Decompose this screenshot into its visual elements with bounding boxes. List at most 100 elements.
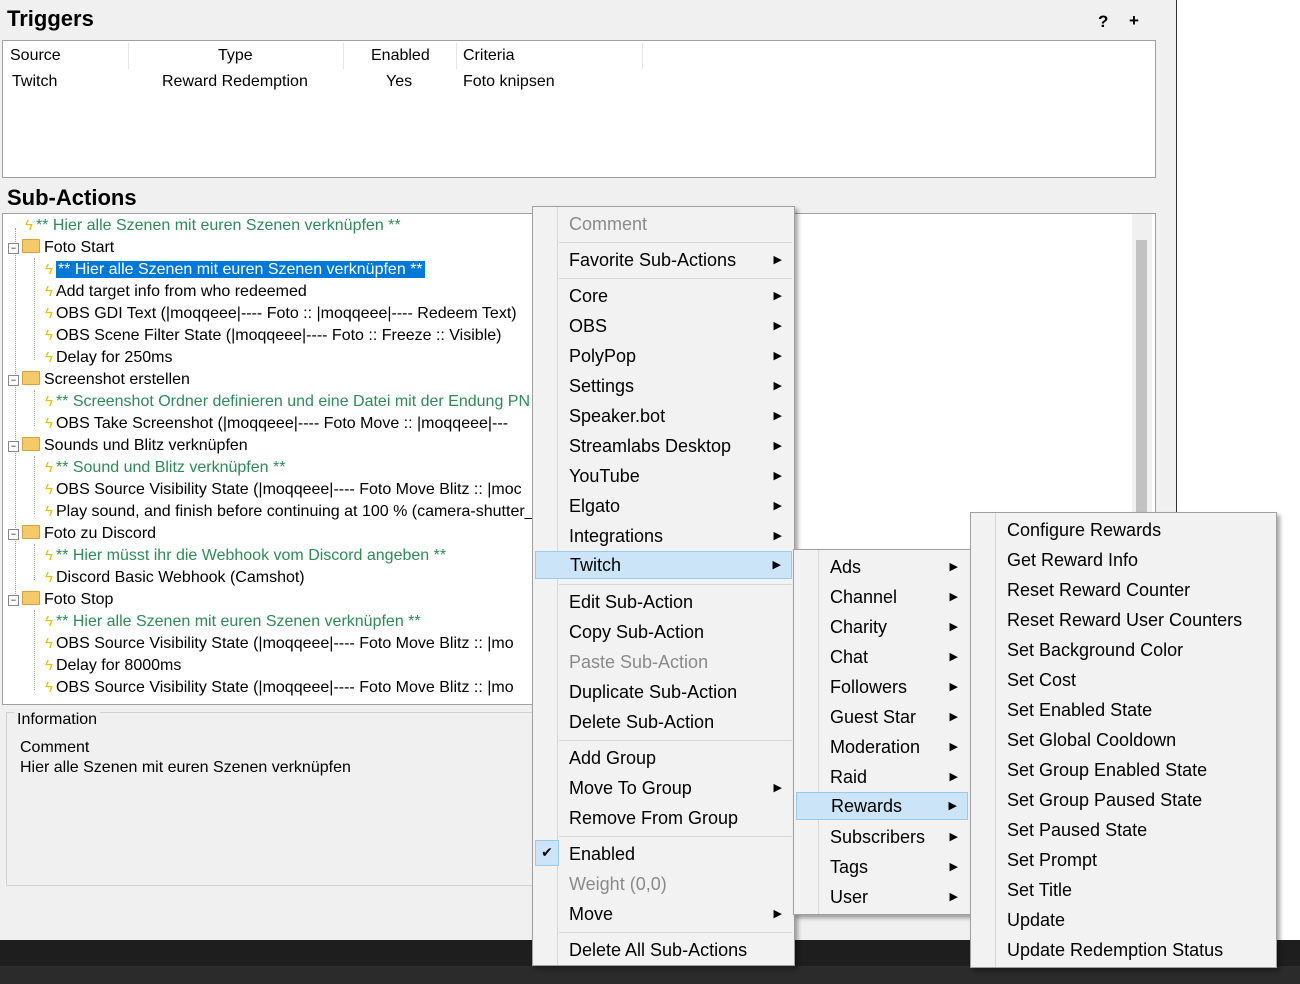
twitch-item-tags[interactable]: Tags ▶ xyxy=(796,853,968,881)
twitch-item-moderation[interactable]: Moderation ▶ xyxy=(796,733,968,761)
menu-item-integrations[interactable]: Integrations ▶ xyxy=(535,522,792,550)
menu-item-polypop[interactable]: PolyPop ▶ xyxy=(535,342,792,370)
twitch-item-rewards[interactable]: Rewards ▶ xyxy=(796,792,968,820)
tree-item[interactable]: ϟ Delay for 250ms xyxy=(45,347,172,369)
twitch-item-charity[interactable]: Charity ▶ xyxy=(796,613,968,641)
trigger-enabled[interactable]: Yes xyxy=(386,73,412,91)
collapse-icon[interactable]: − xyxy=(8,375,19,386)
column-header-type[interactable]: Type xyxy=(218,47,253,65)
twitch-item-subscribers[interactable]: Subscribers ▶ xyxy=(796,823,968,851)
rewards-item-reset-counter[interactable]: Reset Reward Counter xyxy=(973,576,1274,604)
tree-group[interactable]: − Foto zu Discord xyxy=(8,523,156,545)
menu-item-youtube[interactable]: YouTube ▶ xyxy=(535,462,792,490)
collapse-icon[interactable]: − xyxy=(8,243,19,254)
menu-item-duplicate[interactable]: Duplicate Sub-Action xyxy=(535,678,792,706)
tree-item[interactable]: ϟ ** Sound und Blitz verknüpfen ** xyxy=(45,457,285,479)
tree-item-selected[interactable]: ϟ ** Hier alle Szenen mit euren Szenen ve… xyxy=(45,259,425,281)
rewards-item-set-title[interactable]: Set Title xyxy=(973,876,1274,904)
rewards-item-set-cost[interactable]: Set Cost xyxy=(973,666,1274,694)
rewards-item-set-prompt[interactable]: Set Prompt xyxy=(973,846,1274,874)
collapse-icon[interactable]: − xyxy=(8,595,19,606)
tree-item[interactable]: ϟ Discord Basic Webhook (Camshot) xyxy=(45,567,305,589)
column-header-criteria[interactable]: Criteria xyxy=(463,47,515,65)
rewards-item-set-enabled-state[interactable]: Set Enabled State xyxy=(973,696,1274,724)
tree-item[interactable]: ϟ ** Screenshot Ordner definieren und ein… xyxy=(45,391,530,413)
twitch-item-raid[interactable]: Raid ▶ xyxy=(796,763,968,791)
tree-item[interactable]: ϟ OBS Source Visibility State (‬|moqqeee|… xyxy=(45,677,514,699)
menu-item-copy[interactable]: Copy Sub-Action xyxy=(535,618,792,646)
submenu-arrow-icon: ▶ xyxy=(772,559,781,571)
submenu-arrow-icon: ▶ xyxy=(773,380,782,392)
menu-item-enabled[interactable]: Enabled xyxy=(535,840,792,868)
submenu-arrow-icon: ▶ xyxy=(773,500,782,512)
tree-group[interactable]: − Foto Start xyxy=(8,237,114,259)
menu-item-core[interactable]: Core ▶ xyxy=(535,282,792,310)
menu-item-remove-from-group[interactable]: Remove From Group xyxy=(535,804,792,832)
folder-icon xyxy=(22,591,40,605)
bolt-icon: ϟ xyxy=(45,393,53,410)
collapse-icon[interactable]: − xyxy=(8,529,19,540)
menu-item-add-group[interactable]: Add Group xyxy=(535,744,792,772)
tree-item[interactable]: ϟ ** Hier alle Szenen mit euren Szenen ve… xyxy=(45,611,421,633)
rewards-item-get-info[interactable]: Get Reward Info xyxy=(973,546,1274,574)
rewards-item-update-redemption-status[interactable]: Update Redemption Status xyxy=(973,936,1274,964)
twitch-item-user[interactable]: User ▶ xyxy=(796,883,968,911)
column-header-source[interactable]: Source xyxy=(10,47,61,65)
menu-item-favorites[interactable]: Favorite Sub-Actions ▶ xyxy=(535,246,792,274)
column-header-enabled[interactable]: Enabled xyxy=(371,47,430,65)
twitch-item-ads[interactable]: Ads ▶ xyxy=(796,553,968,581)
tree-item[interactable]: ϟ Delay for 8000ms xyxy=(45,655,181,677)
rewards-item-set-paused-state[interactable]: Set Paused State xyxy=(973,816,1274,844)
tree-item[interactable]: ϟ ** Hier alle Szenen mit euren Szenen ve… xyxy=(25,215,401,237)
rewards-item-set-group-paused-state[interactable]: Set Group Paused State xyxy=(973,786,1274,814)
twitch-item-followers[interactable]: Followers ▶ xyxy=(796,673,968,701)
collapse-icon[interactable]: − xyxy=(8,441,19,452)
rewards-item-set-group-enabled-state[interactable]: Set Group Enabled State xyxy=(973,756,1274,784)
trigger-type[interactable]: Reward Redemption xyxy=(162,73,308,91)
rewards-item-update[interactable]: Update xyxy=(973,906,1274,934)
rewards-item-reset-user-counters[interactable]: Reset Reward User Counters xyxy=(973,606,1274,634)
help-icon[interactable]: ? xyxy=(1098,12,1108,32)
menu-item-edit[interactable]: Edit Sub-Action xyxy=(535,588,792,616)
submenu-arrow-icon: ▶ xyxy=(773,470,782,482)
tree-scrollbar-thumb[interactable] xyxy=(1136,240,1147,515)
menu-item-obs[interactable]: OBS ▶ xyxy=(535,312,792,340)
menu-item-streamlabs[interactable]: Streamlabs Desktop ▶ xyxy=(535,432,792,460)
tree-item[interactable]: ϟ OBS GDI Text (‬|moqqeee|---- Foto :: |m… xyxy=(45,303,517,325)
tree-item[interactable]: ϟ OBS Scene Filter State (‬|moqqeee|---- … xyxy=(45,325,501,347)
twitch-item-guest-star[interactable]: Guest Star ▶ xyxy=(796,703,968,731)
submenu-arrow-icon: ▶ xyxy=(949,681,958,693)
add-trigger-icon[interactable]: + xyxy=(1129,11,1139,31)
tree-item[interactable]: ϟ OBS Take Screenshot (‬|moqqeee|---- Fot… xyxy=(45,413,508,435)
menu-item-settings[interactable]: Settings ▶ xyxy=(535,372,792,400)
tree-group[interactable]: − Screenshot erstellen xyxy=(8,369,190,391)
rewards-item-set-global-cooldown[interactable]: Set Global Cooldown xyxy=(973,726,1274,754)
tree-item[interactable]: ϟ ** Hier müsst ihr die Webhook vom Disco… xyxy=(45,545,446,567)
menu-item-move-to-group[interactable]: Move To Group ▶ xyxy=(535,774,792,802)
menu-item-delete[interactable]: Delete Sub-Action xyxy=(535,708,792,736)
tree-group[interactable]: − Foto Stop xyxy=(8,589,113,611)
twitch-item-channel[interactable]: Channel ▶ xyxy=(796,583,968,611)
tree-item[interactable]: ϟ OBS Source Visibility State (‬|moqqeee|… xyxy=(45,479,522,501)
tree-group[interactable]: − Sounds und Blitz verknüpfen xyxy=(8,435,248,457)
rewards-item-configure[interactable]: Configure Rewards xyxy=(973,516,1274,544)
menu-item-elgato[interactable]: Elgato ▶ xyxy=(535,492,792,520)
tree-item[interactable]: ϟ Play sound, and finish before continuin… xyxy=(45,501,534,523)
menu-item-twitch[interactable]: Twitch ▶ xyxy=(535,551,792,579)
triggers-title: Triggers xyxy=(7,6,94,31)
trigger-source[interactable]: Twitch xyxy=(12,73,57,91)
tree-item[interactable]: ϟ OBS Source Visibility State (‬|moqqeee|… xyxy=(45,633,514,655)
context-menu: Comment Favorite Sub-Actions ▶ Core ▶ OBS ▶… xyxy=(532,206,795,966)
bolt-icon: ϟ xyxy=(45,547,53,564)
submenu-arrow-icon: ▶ xyxy=(949,831,958,843)
triggers-list[interactable]: Source Type Enabled Criteria Twitch Rewa… xyxy=(2,40,1156,178)
menu-item-speakerbot[interactable]: Speaker.bot ▶ xyxy=(535,402,792,430)
menu-item-delete-all[interactable]: Delete All Sub-Actions xyxy=(535,936,792,964)
submenu-arrow-icon: ▶ xyxy=(949,741,958,753)
rewards-item-set-background-color[interactable]: Set Background Color xyxy=(973,636,1274,664)
twitch-item-chat[interactable]: Chat ▶ xyxy=(796,643,968,671)
tree-item[interactable]: ϟ Add target info from who redeemed xyxy=(45,281,307,303)
menu-item-move[interactable]: Move ▶ xyxy=(535,900,792,928)
submenu-arrow-icon: ▶ xyxy=(949,651,958,663)
trigger-criteria[interactable]: Foto knipsen xyxy=(463,73,555,91)
